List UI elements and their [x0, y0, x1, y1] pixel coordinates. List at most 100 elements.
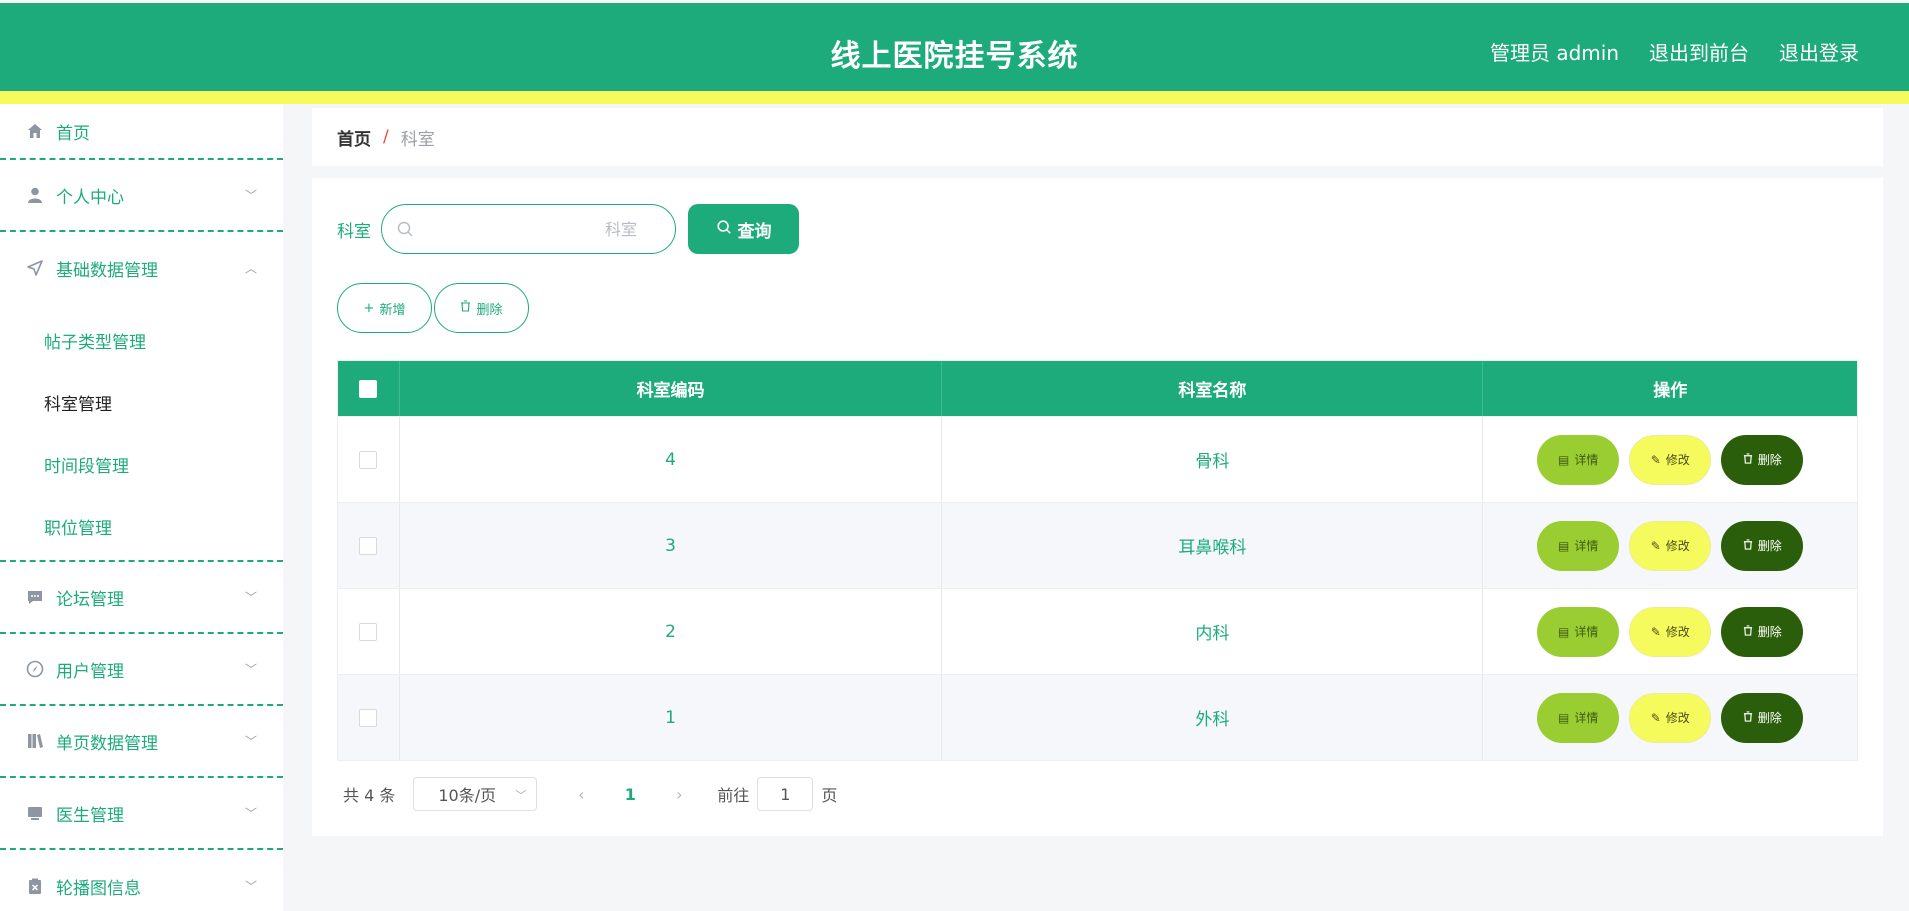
- row-checkbox[interactable]: [359, 708, 378, 727]
- edit-label: 修改: [1665, 539, 1690, 553]
- trash-icon: [1743, 624, 1753, 639]
- batch-delete-button[interactable]: 删除: [434, 283, 529, 333]
- row-actions: ▤ 详情 ✎ 修改 删除: [1483, 675, 1857, 760]
- trash-icon: [1743, 710, 1753, 725]
- prev-page-button[interactable]: ‹: [557, 785, 605, 804]
- edit-button[interactable]: ✎ 修改: [1629, 434, 1712, 485]
- logout-link[interactable]: 退出登录: [1779, 37, 1859, 66]
- page-size-value: 10条/页: [438, 786, 497, 805]
- pencil-icon: ✎: [1650, 624, 1661, 639]
- sidebar-item-personal-center[interactable]: 个人中心 ﹀: [0, 160, 283, 232]
- delete-button[interactable]: 删除: [1721, 520, 1804, 571]
- sidebar-item-positions[interactable]: 职位管理: [0, 498, 283, 560]
- search-icon: [716, 219, 732, 240]
- sidebar-item-carousel[interactable]: 轮播图信息 ﹀: [0, 850, 283, 911]
- page-size-select[interactable]: 10条/页 ﹀: [413, 777, 538, 811]
- table-row: 3 耳鼻喉科 ▤ 详情 ✎ 修改 删除: [338, 502, 1857, 588]
- goto-page: 前往 页: [717, 777, 837, 811]
- cell-name: 骨科: [942, 417, 1484, 502]
- row-checkbox-cell: [338, 417, 400, 502]
- row-action-buttons: ▤ 详情 ✎ 修改 删除: [1537, 606, 1804, 657]
- query-button[interactable]: 查询: [688, 204, 799, 254]
- detail-button[interactable]: ▤ 详情: [1537, 434, 1620, 485]
- add-button-label: 新增: [379, 302, 406, 318]
- monitor-icon: [24, 802, 46, 824]
- pagination: 共 4 条 10条/页 ﹀ ‹ 1 › 前往 页: [343, 777, 837, 811]
- chevron-down-icon: ﹀: [515, 789, 527, 802]
- select-all-checkbox[interactable]: [359, 379, 378, 398]
- breadcrumb-home[interactable]: 首页: [337, 125, 371, 150]
- pencil-icon: ✎: [1650, 452, 1661, 467]
- sidebar-item-post-types[interactable]: 帖子类型管理: [0, 312, 283, 374]
- cell-code: 1: [400, 675, 943, 760]
- delete-label: 删除: [1757, 453, 1782, 467]
- sidebar-item-forum[interactable]: 论坛管理 ﹀: [0, 562, 283, 634]
- sidebar-item-label: 基础数据管理: [56, 260, 158, 281]
- row-actions: ▤ 详情 ✎ 修改 删除: [1483, 503, 1857, 588]
- chevron-down-icon: ﹀: [244, 662, 257, 677]
- delete-button[interactable]: 删除: [1721, 692, 1804, 743]
- sidebar-item-basic-data[interactable]: 基础数据管理 ︿: [0, 232, 283, 304]
- column-header-actions: 操作: [1653, 381, 1688, 401]
- sidebar-item-label: 单页数据管理: [56, 733, 158, 754]
- detail-label: 详情: [1574, 453, 1599, 467]
- goto-label: 前往: [717, 786, 750, 805]
- edit-button[interactable]: ✎ 修改: [1629, 520, 1712, 571]
- detail-button[interactable]: ▤ 详情: [1537, 692, 1620, 743]
- page-suffix: 页: [821, 786, 838, 805]
- detail-label: 详情: [1574, 625, 1599, 639]
- document-icon: ▤: [1558, 452, 1570, 467]
- detail-label: 详情: [1574, 539, 1599, 553]
- edit-button[interactable]: ✎ 修改: [1629, 606, 1712, 657]
- pencil-icon: ✎: [1650, 538, 1661, 553]
- action-toolbar: + 新增 删除: [337, 283, 529, 333]
- sidebar-item-doctors[interactable]: 医生管理 ﹀: [0, 778, 283, 850]
- delete-label: 删除: [1757, 539, 1782, 553]
- goto-page-input[interactable]: [757, 777, 814, 811]
- breadcrumb-separator: /: [383, 127, 389, 147]
- sidebar-item-departments[interactable]: 科室管理: [0, 374, 283, 436]
- sidebar-item-home[interactable]: 首页: [0, 104, 283, 160]
- row-checkbox-cell: [338, 589, 400, 674]
- detail-button[interactable]: ▤ 详情: [1537, 606, 1620, 657]
- delete-button[interactable]: 删除: [1721, 434, 1804, 485]
- edit-label: 修改: [1665, 453, 1690, 467]
- breadcrumb: 首页 / 科室: [312, 108, 1883, 166]
- clipboard-icon: [24, 875, 46, 897]
- top-header: 线上医院挂号系统 管理员 admin 退出到前台 退出登录: [0, 3, 1909, 91]
- sidebar-item-label: 首页: [56, 123, 90, 144]
- cell-code: 2: [400, 589, 943, 674]
- detail-button[interactable]: ▤ 详情: [1537, 520, 1620, 571]
- header-checkbox-cell: [338, 361, 400, 416]
- sidebar-item-label: 论坛管理: [56, 589, 124, 610]
- row-checkbox[interactable]: [359, 450, 378, 469]
- back-to-front-link[interactable]: 退出到前台: [1649, 37, 1749, 66]
- trash-icon: [1743, 538, 1753, 553]
- delete-button[interactable]: 删除: [1721, 606, 1804, 657]
- search-input[interactable]: [487, 217, 637, 241]
- column-header-name: 科室名称: [942, 361, 1484, 416]
- edit-label: 修改: [1665, 711, 1690, 725]
- sidebar-item-single-page-data[interactable]: 单页数据管理 ﹀: [0, 706, 283, 778]
- sidebar-item-users[interactable]: 用户管理 ﹀: [0, 634, 283, 706]
- edit-label: 修改: [1665, 625, 1690, 639]
- row-actions: ▤ 详情 ✎ 修改 删除: [1483, 417, 1857, 502]
- row-checkbox[interactable]: [359, 536, 378, 555]
- department-search-field[interactable]: [381, 204, 676, 254]
- document-icon: ▤: [1558, 624, 1570, 639]
- delete-label: 删除: [1757, 711, 1782, 725]
- next-page-button[interactable]: ›: [655, 785, 703, 804]
- add-button[interactable]: + 新增: [337, 283, 432, 333]
- row-checkbox[interactable]: [359, 622, 378, 641]
- sidebar-item-time-slots[interactable]: 时间段管理: [0, 436, 283, 498]
- department-table: 科室编码 科室名称 操作 4 骨科 ▤ 详情 ✎ 修改 删除 3 耳鼻喉科 ▤ 详情: [337, 360, 1858, 761]
- page-number[interactable]: 1: [605, 785, 655, 804]
- breadcrumb-current: 科室: [400, 129, 435, 150]
- table-row: 4 骨科 ▤ 详情 ✎ 修改 删除: [338, 416, 1857, 502]
- edit-button[interactable]: ✎ 修改: [1629, 692, 1712, 743]
- books-icon: [24, 730, 46, 752]
- admin-user-link[interactable]: 管理员 admin: [1490, 37, 1619, 66]
- cell-code: 3: [400, 503, 943, 588]
- detail-label: 详情: [1574, 711, 1599, 725]
- pencil-icon: ✎: [1650, 710, 1661, 725]
